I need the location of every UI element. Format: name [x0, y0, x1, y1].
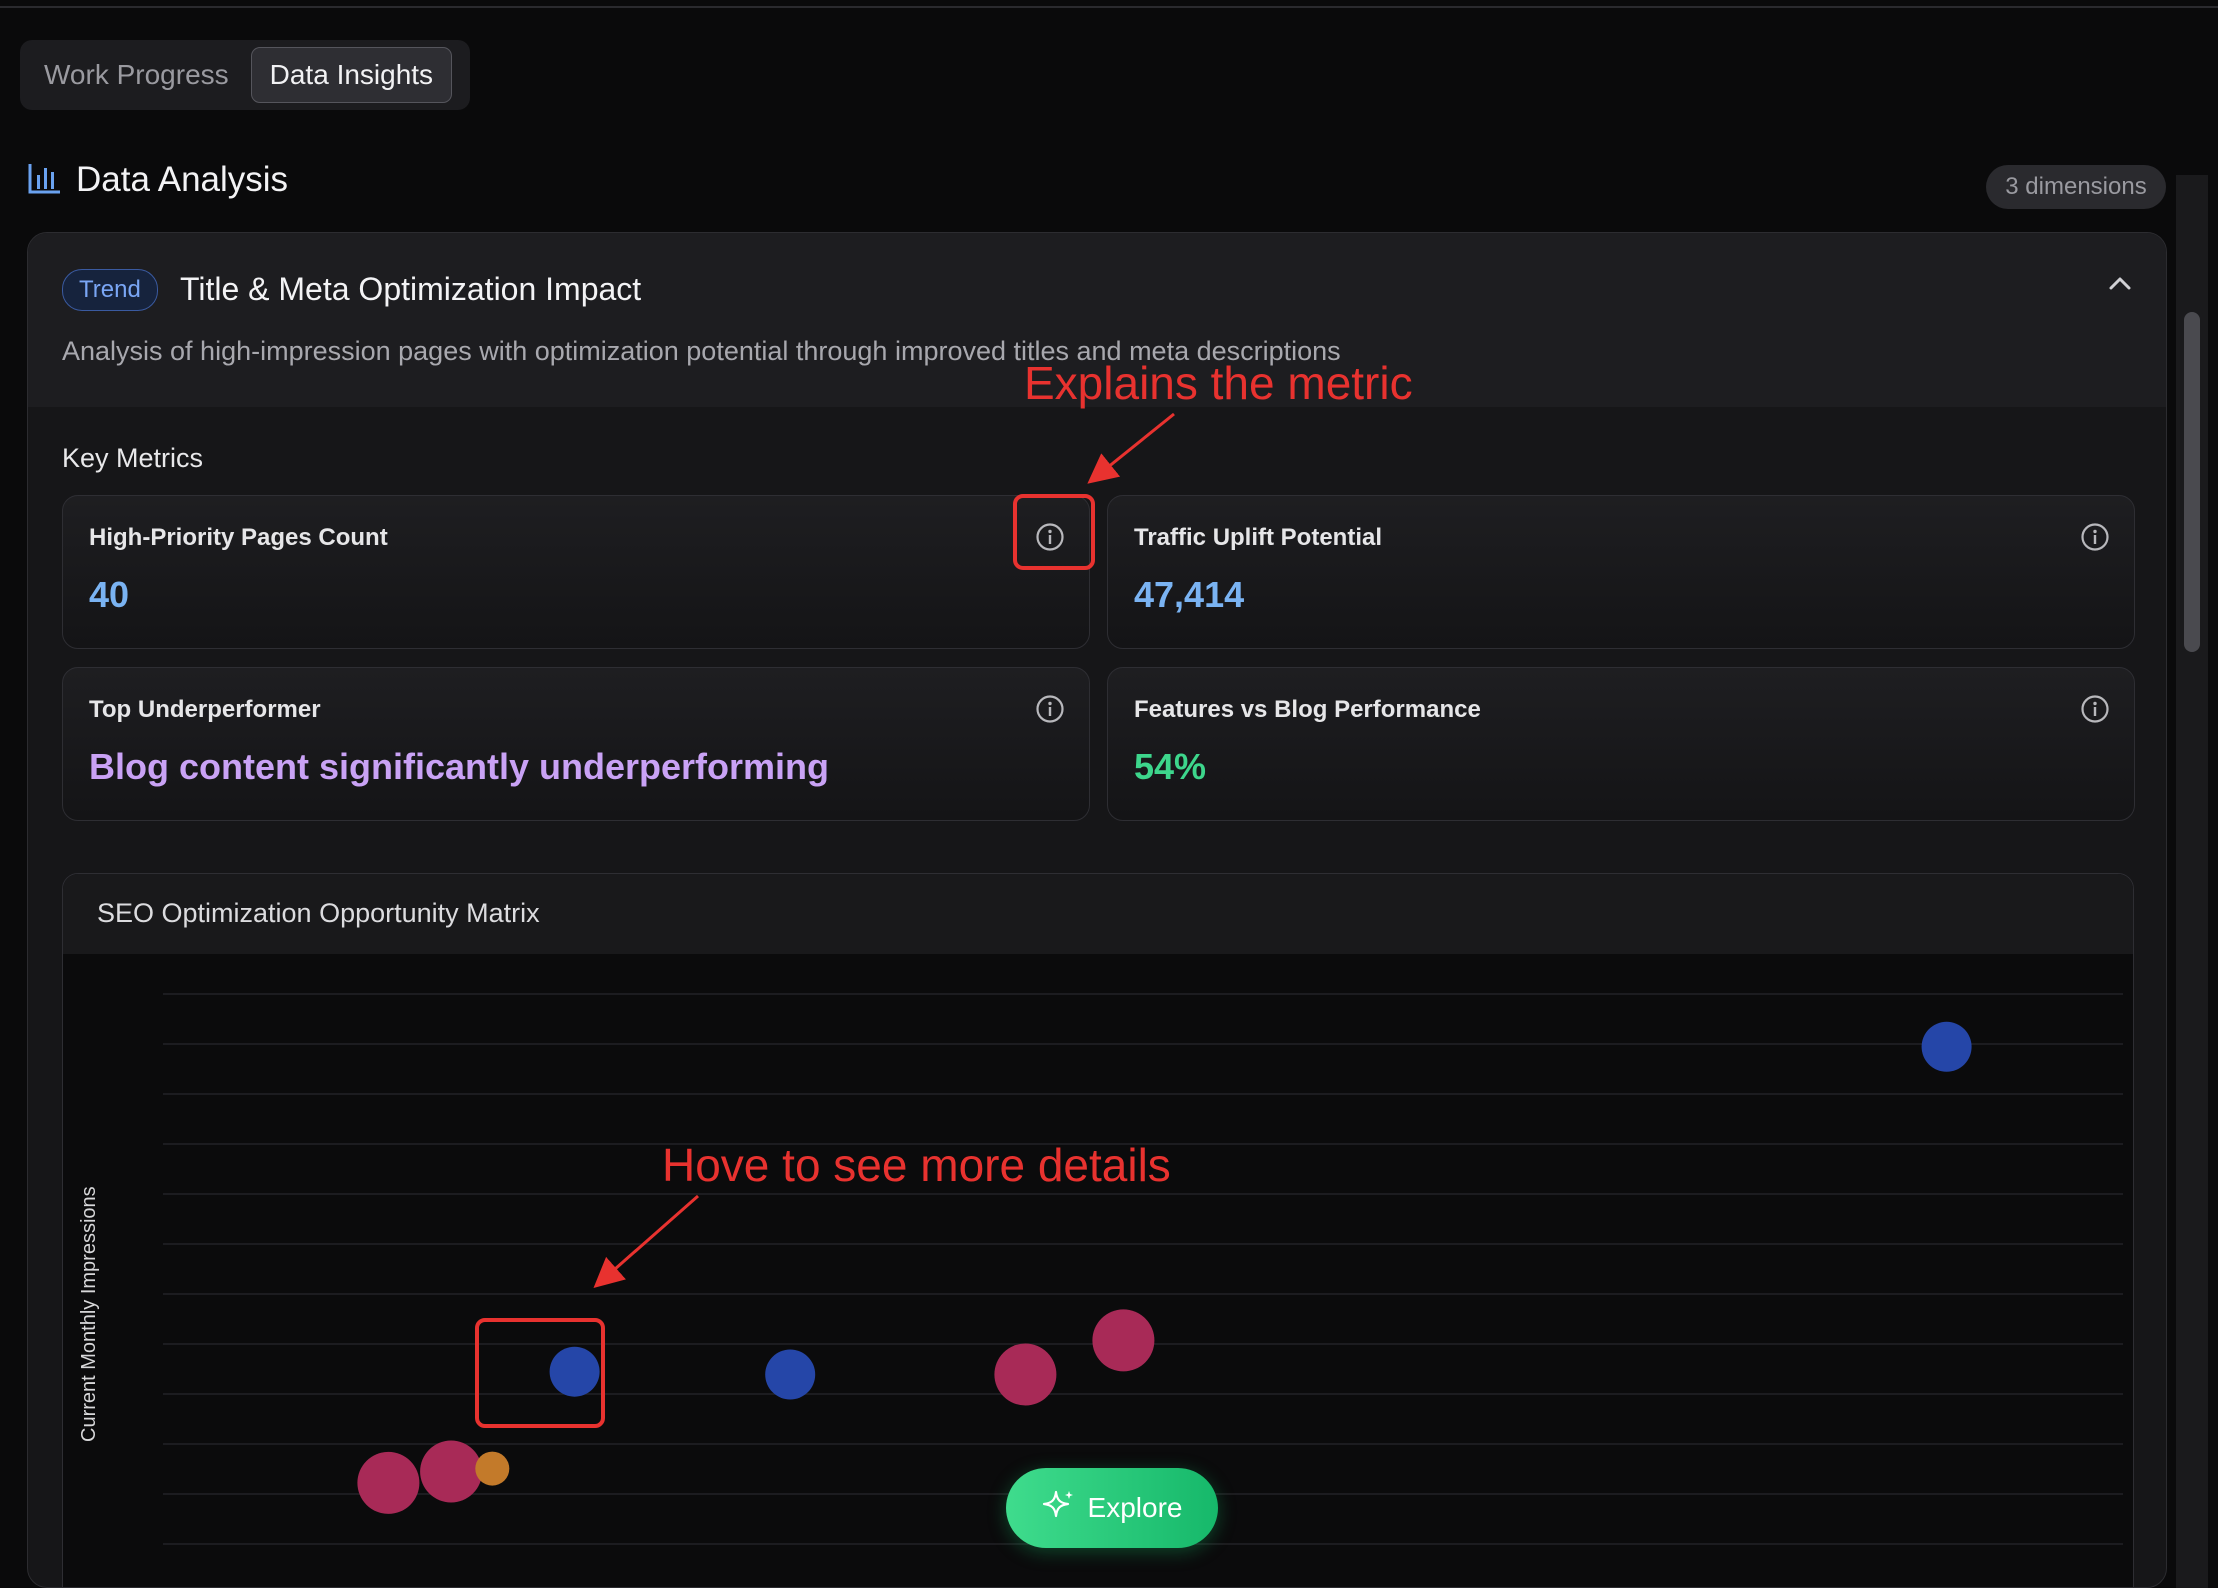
- chart-header: SEO Optimization Opportunity Matrix: [63, 874, 2133, 954]
- tab-work-progress[interactable]: Work Progress: [26, 47, 247, 103]
- bar-chart-icon: [28, 162, 62, 199]
- scatter-point-6[interactable]: [420, 1440, 483, 1503]
- card-title: Title & Meta Optimization Impact: [180, 271, 642, 307]
- scatter-point-0[interactable]: [1921, 1021, 1972, 1072]
- info-icon[interactable]: [1035, 694, 1065, 729]
- explore-label: Explore: [1087, 1492, 1183, 1523]
- chevron-up-icon[interactable]: [2108, 275, 2132, 296]
- metric-card-high-priority: High-Priority Pages Count 40: [62, 495, 1090, 649]
- metric-card-traffic-uplift: Traffic Uplift Potential 47,414: [1107, 495, 2135, 649]
- explore-button[interactable]: Explore: [1006, 1468, 1218, 1548]
- annotation-hover-details: Hove to see more details: [662, 1139, 1171, 1191]
- dimensions-badge: 3 dimensions: [1986, 165, 2166, 209]
- scatter-point-5[interactable]: [357, 1451, 420, 1514]
- scatter-point-2[interactable]: [765, 1349, 816, 1400]
- tab-data-insights[interactable]: Data Insights: [250, 47, 453, 103]
- key-metrics-label: Key Metrics: [62, 443, 204, 473]
- info-icon[interactable]: [2080, 694, 2110, 729]
- sparkle-icon: [1042, 1488, 1076, 1529]
- info-icon[interactable]: [2080, 522, 2110, 557]
- chart-title: SEO Optimization Opportunity Matrix: [97, 898, 540, 928]
- trend-badge: Trend: [62, 269, 158, 311]
- annotation-box-point: [475, 1318, 605, 1428]
- metric-label: Features vs Blog Performance: [1134, 696, 1481, 723]
- section-header: Data Analysis: [28, 160, 288, 200]
- metric-value: 40: [89, 574, 130, 615]
- analysis-card: Trend Title & Meta Optimization Impact A…: [27, 232, 2167, 1588]
- metric-label: Top Underperformer: [89, 696, 321, 723]
- annotation-box-info: [1013, 494, 1095, 570]
- top-divider: [0, 6, 2218, 8]
- scatter-point-7[interactable]: [475, 1451, 510, 1486]
- metric-card-features-vs-blog: Features vs Blog Performance 54%: [1107, 667, 2135, 821]
- section-title: Data Analysis: [76, 160, 289, 199]
- scrollbar-thumb[interactable]: [2184, 312, 2200, 652]
- metric-value: 47,414: [1134, 574, 1245, 615]
- metric-card-top-underperformer: Top Underperformer Blog content signific…: [62, 667, 1090, 821]
- view-tabs: Work Progress Data Insights: [20, 40, 470, 110]
- y-axis-label: Current Monthly Impressions: [78, 1186, 100, 1442]
- metric-value: 54%: [1134, 746, 1207, 787]
- scatter-point-3[interactable]: [994, 1343, 1057, 1406]
- metric-value: Blog content significantly underperformi…: [89, 746, 830, 787]
- annotation-explains-metric: Explains the metric: [1024, 357, 1413, 409]
- scatter-point-4[interactable]: [1092, 1309, 1155, 1372]
- metric-label: Traffic Uplift Potential: [1134, 524, 1383, 551]
- metric-label: High-Priority Pages Count: [89, 524, 388, 551]
